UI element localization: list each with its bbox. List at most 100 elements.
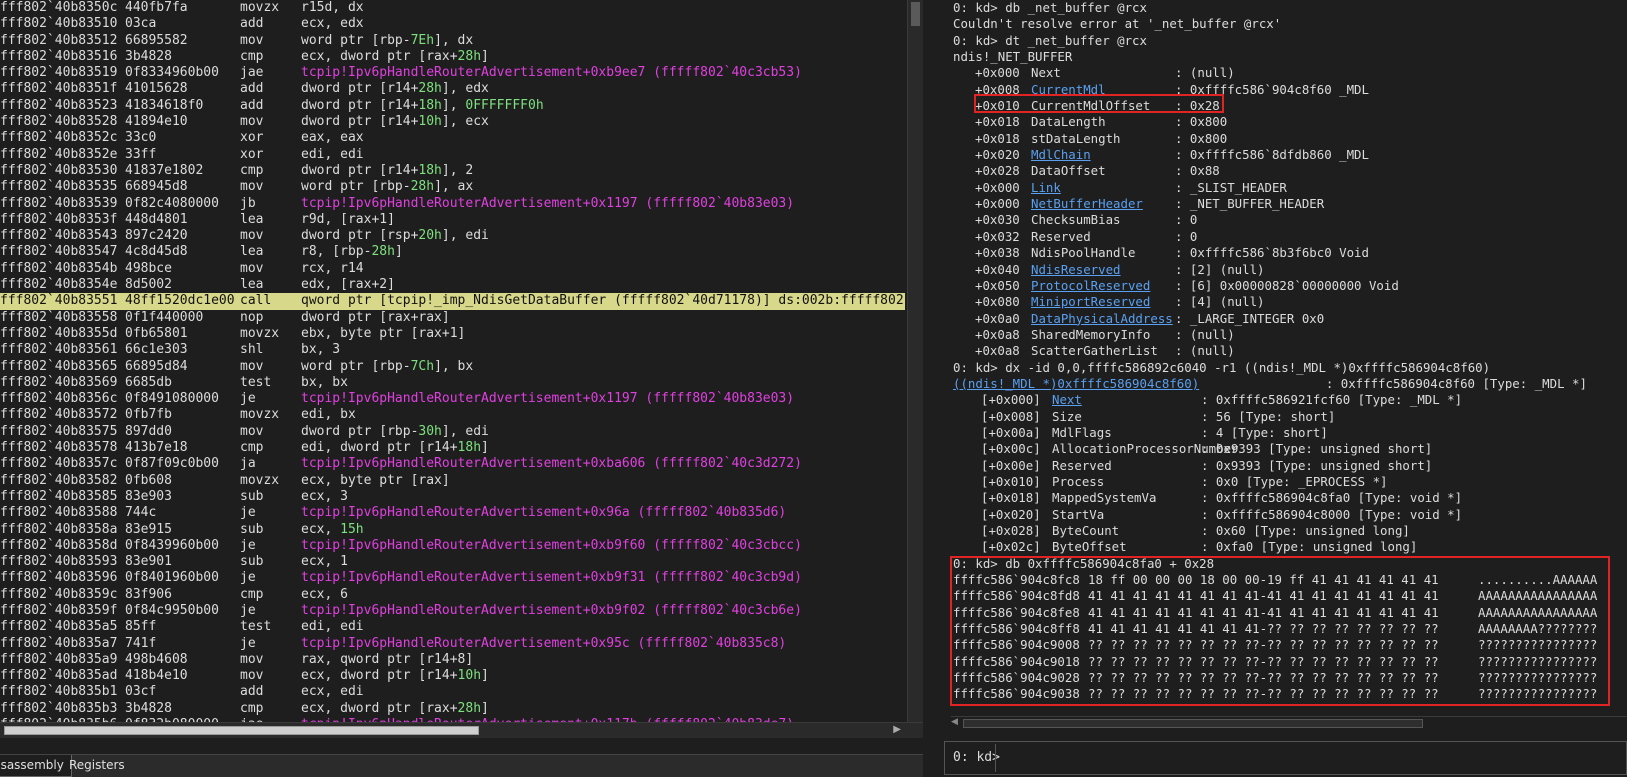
field-name-link[interactable]: Next bbox=[1052, 392, 1082, 408]
disassembly-row[interactable]: fff802`40b83535 668945d8 mov word ptr [rbp-… bbox=[0, 179, 905, 195]
disassembly-row[interactable]: fff802`40b8352e 33ff xor edi, edi bbox=[0, 147, 905, 163]
field-offset: [+0x018] bbox=[981, 490, 1041, 506]
field-name: ChecksumBias bbox=[1031, 212, 1121, 228]
tab-registers[interactable]: Registers bbox=[62, 755, 132, 777]
disassembly-row[interactable]: fff802`40b83588 744c je tcpip!Ipv6pHandleRo… bbox=[0, 505, 905, 521]
disassembly-row[interactable]: fff802`40b8351f 41015628 add dword ptr [r14… bbox=[0, 81, 905, 97]
disassembly-row[interactable]: fff802`40b83561 66c1e303 shl bx, 3 bbox=[0, 342, 905, 358]
field-name: MdlFlags bbox=[1052, 424, 1112, 440]
disassembly-row[interactable]: fff802`40b83547 4c8d45d8 lea r8, [rbp-28h] bbox=[0, 244, 905, 260]
disassembly-row[interactable]: fff802`40b83585 83e903 sub ecx, 3 bbox=[0, 489, 905, 505]
branch-target-link[interactable]: tcpip!Ipv6pHandleRouterAdvertisement+0x1… bbox=[301, 196, 794, 212]
instruction-bytes: 66c1e303 bbox=[125, 342, 188, 358]
disassembly-vertical-scrollbar[interactable] bbox=[907, 0, 923, 722]
disassembly-row[interactable]: fff802`40b83569 6685db test bx, bx bbox=[0, 375, 905, 391]
field-name-link[interactable]: ProtocolReserved bbox=[1031, 278, 1150, 294]
current-instruction-row[interactable]: fff802`40b83551 48ff1520dc1e00 call qword p… bbox=[0, 293, 905, 310]
branch-target-link[interactable]: tcpip!Ipv6pHandleRouterAdvertisement+0xb… bbox=[301, 456, 802, 472]
instruction-operands: rcx, r14 bbox=[301, 260, 364, 276]
instruction-mnemonic: lea bbox=[240, 211, 264, 227]
pane-splitter[interactable] bbox=[923, 0, 951, 777]
disassembly-row[interactable]: fff802`40b83530 41837e1802 cmp dword ptr [r… bbox=[0, 163, 905, 179]
instruction-address: fff802`40b8355d bbox=[0, 325, 118, 341]
disassembly-row[interactable]: fff802`40b8358d 0f8439960b00 je tcpip!Ipv6p… bbox=[0, 538, 905, 554]
field-value: : 0 bbox=[1175, 212, 1198, 228]
disassembly-row[interactable]: fff802`40b835ad 418b4e10 mov ecx, dword ptr… bbox=[0, 668, 905, 684]
disassembly-row[interactable]: fff802`40b8359f 0f84c9950b00 je tcpip!Ipv6p… bbox=[0, 603, 905, 619]
field-name-link[interactable]: MdlChain bbox=[1031, 147, 1091, 163]
field-name-link[interactable]: DataPhysicalAddress bbox=[1031, 311, 1173, 327]
disassembly-row[interactable]: fff802`40b83593 83e901 sub ecx, 1 bbox=[0, 554, 905, 570]
immediate-value: 0FFFFFFF0h bbox=[465, 97, 544, 113]
instruction-address: fff802`40b83510 bbox=[0, 16, 118, 32]
instruction-operands: dword ptr [rax+rax] bbox=[301, 309, 450, 325]
scroll-right-arrow-icon[interactable]: ▶ bbox=[893, 724, 901, 735]
instruction-mnemonic: je bbox=[240, 537, 256, 553]
disassembly-row[interactable]: fff802`40b83510 03ca add ecx, edx bbox=[0, 16, 905, 32]
disassembly-horizontal-scrollbar[interactable]: ▶ bbox=[0, 722, 923, 738]
instruction-address: fff802`40b83561 bbox=[0, 342, 118, 358]
disassembly-row[interactable]: fff802`40b835b3 3b4828 cmp ecx, dword ptr [… bbox=[0, 701, 905, 717]
immediate-value: 28h bbox=[457, 48, 482, 64]
immediate-value: 7Eh bbox=[410, 32, 435, 48]
disassembly-row[interactable]: fff802`40b83575 897dd0 mov dword ptr [rbp-3… bbox=[0, 424, 905, 440]
instruction-bytes: 0f87f09c0b00 bbox=[125, 456, 219, 472]
disassembly-row[interactable]: fff802`40b83558 0f1f440000 nop dword ptr [r… bbox=[0, 310, 905, 326]
disassembly-row[interactable]: fff802`40b83516 3b4828 cmp ecx, dword ptr [… bbox=[0, 49, 905, 65]
disassembly-row[interactable]: fff802`40b835a9 498b4608 mov rax, qword ptr… bbox=[0, 652, 905, 668]
instruction-operands: ecx, edx bbox=[301, 16, 364, 32]
instruction-bytes: 418b4e10 bbox=[125, 668, 188, 684]
field-name-link[interactable]: NetBufferHeader bbox=[1031, 196, 1143, 212]
disassembly-row[interactable]: fff802`40b8350c 440fb7fa movzx r15d, dx bbox=[0, 0, 905, 16]
mdl-field-row: [+0x00e] Reserved: 0x9393 [Type: unsigned… bbox=[953, 458, 1627, 474]
disassembly-row[interactable]: fff802`40b8352c 33c0 xor eax, eax bbox=[0, 130, 905, 146]
disassembly-row[interactable]: fff802`40b8354e 8d5002 lea edx, [rax+2] bbox=[0, 277, 905, 293]
branch-target-link[interactable]: tcpip!Ipv6pHandleRouterAdvertisement+0xb… bbox=[301, 538, 802, 554]
disassembly-row[interactable]: fff802`40b83572 0fb7fb movzx edi, bx bbox=[0, 407, 905, 423]
branch-target-link[interactable]: tcpip!Ipv6pHandleRouterAdvertisement+0x9… bbox=[301, 505, 786, 521]
disassembly-row[interactable]: fff802`40b83528 41894e10 mov dword ptr [r14… bbox=[0, 114, 905, 130]
disassembly-row[interactable]: fff802`40b8354b 498bce mov rcx, r14 bbox=[0, 261, 905, 277]
dx-result-link[interactable]: ((ndis!_MDL *)0xffffc586904c8f60) bbox=[953, 376, 1199, 392]
disassembly-row[interactable]: fff802`40b83519 0f8334960b00 jae tcpip!Ipv6… bbox=[0, 65, 905, 81]
scrollbar-thumb[interactable] bbox=[911, 2, 920, 26]
instruction-bytes: 48ff1520dc1e00 bbox=[125, 293, 235, 309]
disassembly-row[interactable]: fff802`40b83523 41834618f0 add dword ptr [r… bbox=[0, 98, 905, 114]
disassembly-row[interactable]: fff802`40b83596 0f8401960b00 je tcpip!Ipv6p… bbox=[0, 570, 905, 586]
instruction-mnemonic: ja bbox=[240, 456, 256, 472]
branch-target-link[interactable]: tcpip!Ipv6pHandleRouterAdvertisement+0xb… bbox=[301, 65, 802, 81]
disassembly-row[interactable]: fff802`40b83512 66895582 mov word ptr [rbp-… bbox=[0, 33, 905, 49]
disassembly-row[interactable]: fff802`40b8355d 0fb65801 movzx ebx, byte pt… bbox=[0, 326, 905, 342]
command-horizontal-scrollbar[interactable]: ◀ bbox=[951, 716, 1627, 730]
field-name: ScatterGatherList bbox=[1031, 343, 1158, 359]
disassembly-row[interactable]: fff802`40b835a7 741f je tcpip!Ipv6pHandleRo… bbox=[0, 636, 905, 652]
struct-field-row: +0x000 NetBufferHeader: _NET_BUFFER_HEADE… bbox=[953, 196, 1627, 212]
branch-target-link[interactable]: tcpip!Ipv6pHandleRouterAdvertisement+0xb… bbox=[301, 570, 802, 586]
instruction-address: fff802`40b83530 bbox=[0, 162, 118, 178]
command-input[interactable] bbox=[995, 744, 1625, 772]
disassembly-row[interactable]: fff802`40b8356c 0f8491080000 je tcpip!Ipv6p… bbox=[0, 391, 905, 407]
disassembly-row[interactable]: fff802`40b835a5 85ff test edi, edi bbox=[0, 619, 905, 635]
branch-target-link[interactable]: tcpip!Ipv6pHandleRouterAdvertisement+0xb… bbox=[301, 603, 802, 619]
scrollbar-thumb[interactable] bbox=[963, 719, 1423, 728]
instruction-mnemonic: add bbox=[240, 81, 264, 97]
disassembly-row[interactable]: fff802`40b8353f 448d4801 lea r9d, [rax+1] bbox=[0, 212, 905, 228]
disassembly-row[interactable]: fff802`40b83543 897c2420 mov dword ptr [rsp… bbox=[0, 228, 905, 244]
disassembly-row[interactable]: fff802`40b8357c 0f87f09c0b00 ja tcpip!Ipv6p… bbox=[0, 456, 905, 472]
instruction-mnemonic: add bbox=[240, 684, 264, 700]
disassembly-row[interactable]: fff802`40b8358a 83e915 sub ecx, 15h bbox=[0, 522, 905, 538]
disassembly-row[interactable]: fff802`40b835b1 03cf add ecx, edi bbox=[0, 684, 905, 700]
disassembly-row[interactable]: fff802`40b83565 66895d84 mov word ptr [rbp-… bbox=[0, 359, 905, 375]
branch-target-link[interactable]: tcpip!Ipv6pHandleRouterAdvertisement+0x1… bbox=[301, 391, 794, 407]
field-name-link[interactable]: Link bbox=[1031, 180, 1061, 196]
disassembly-row[interactable]: fff802`40b8359c 83f906 cmp ecx, 6 bbox=[0, 587, 905, 603]
scrollbar-thumb[interactable] bbox=[4, 726, 479, 735]
field-name-link[interactable]: NdisReserved bbox=[1031, 262, 1121, 278]
disassembly-row[interactable]: fff802`40b83539 0f82c4080000 jb tcpip!Ipv6p… bbox=[0, 196, 905, 212]
disassembly-row[interactable]: fff802`40b83582 0fb608 movzx ecx, byte ptr … bbox=[0, 473, 905, 489]
scroll-left-arrow-icon[interactable]: ◀ bbox=[951, 717, 958, 727]
disassembly-row[interactable]: fff802`40b83578 413b7e18 cmp edi, dword ptr… bbox=[0, 440, 905, 456]
disassembly-pane[interactable]: fff802`40b8350c 440fb7fa movzx r15d, dx fff8… bbox=[0, 0, 923, 738]
field-name-link[interactable]: MiniportReserved bbox=[1031, 294, 1150, 310]
branch-target-link[interactable]: tcpip!Ipv6pHandleRouterAdvertisement+0x9… bbox=[301, 636, 786, 652]
